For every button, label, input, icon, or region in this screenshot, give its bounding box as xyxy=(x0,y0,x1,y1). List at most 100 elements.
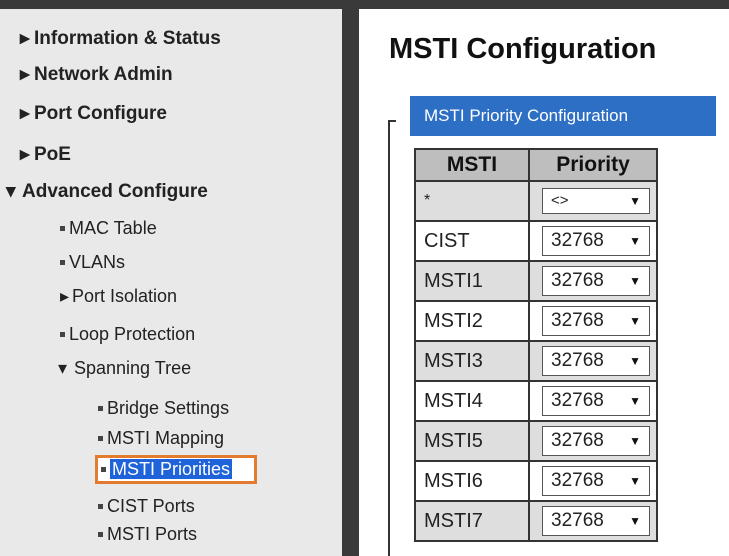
priority-select-value: 32768 xyxy=(551,270,604,291)
msti-cell: MSTI4 xyxy=(414,380,530,422)
priority-cell: 32768 ▼ xyxy=(528,340,658,382)
sidebar-item-port-configure[interactable]: ▸ Port Configure xyxy=(20,102,167,125)
sidebar-item-label: CIST Ports xyxy=(107,496,195,516)
sidebar-item-spanning-tree[interactable]: ▾ Spanning Tree xyxy=(58,358,191,379)
sidebar-item-cist-ports[interactable]: CIST Ports xyxy=(98,496,195,517)
priority-cell: 32768 ▼ xyxy=(528,300,658,342)
msti-cell: MSTI5 xyxy=(414,420,530,462)
sidebar-item-bridge-settings[interactable]: Bridge Settings xyxy=(98,398,229,419)
sidebar-item-label: Port Configure xyxy=(34,103,167,124)
caret-right-icon: ▸ xyxy=(20,64,30,85)
sidebar-item-poe[interactable]: ▸ PoE xyxy=(20,143,71,166)
sidebar-item-label: VLANs xyxy=(69,252,126,272)
table-row: MSTI2 32768 ▼ xyxy=(414,300,658,342)
msti-cell: MSTI7 xyxy=(414,500,530,542)
priority-select-value: 32768 xyxy=(551,510,604,531)
priority-select[interactable]: 32768 ▼ xyxy=(542,506,650,536)
bullet-icon xyxy=(60,331,65,337)
sidebar-item-label: MSTI Mapping xyxy=(107,428,225,448)
top-frame-bar xyxy=(0,0,729,9)
priority-select[interactable]: 32768 ▼ xyxy=(542,466,650,496)
dropdown-arrow-icon: ▼ xyxy=(629,234,641,248)
priority-select[interactable]: 32768 ▼ xyxy=(542,306,650,336)
column-header-priority: Priority xyxy=(528,148,658,182)
priority-select[interactable]: <> ▼ xyxy=(542,188,650,214)
page-title: MSTI Configuration xyxy=(389,33,657,65)
bullet-icon xyxy=(101,466,106,472)
sidebar-item-network-admin[interactable]: ▸ Network Admin xyxy=(20,63,173,86)
sidebar-item-label: MSTI Ports xyxy=(107,524,198,544)
dropdown-arrow-icon: ▼ xyxy=(629,434,641,448)
msti-cell: MSTI1 xyxy=(414,260,530,302)
priority-select-value: <> xyxy=(551,192,569,209)
dropdown-arrow-icon: ▼ xyxy=(629,354,641,368)
sidebar-item-label: Port Isolation xyxy=(72,286,178,306)
bullet-icon xyxy=(98,531,103,537)
dropdown-arrow-icon: ▼ xyxy=(629,194,641,208)
msti-priority-table: MSTI Priority * <> ▼ CIST 32768 ▼ MSTI1 32… xyxy=(414,148,658,542)
priority-select-value: 32768 xyxy=(551,390,604,411)
frame-divider xyxy=(342,0,359,556)
priority-cell: <> ▼ xyxy=(528,180,658,222)
table-row: MSTI4 32768 ▼ xyxy=(414,380,658,422)
priority-select-value: 32768 xyxy=(551,310,604,331)
dropdown-arrow-icon: ▼ xyxy=(629,274,641,288)
priority-select-value: 32768 xyxy=(551,350,604,371)
section-title: MSTI Priority Configuration xyxy=(410,96,716,136)
bullet-icon xyxy=(60,225,65,231)
priority-select-value: 32768 xyxy=(551,470,604,491)
bullet-icon xyxy=(98,405,103,411)
bullet-icon xyxy=(60,259,65,265)
table-row: * <> ▼ xyxy=(414,180,658,222)
table-row: MSTI5 32768 ▼ xyxy=(414,420,658,462)
msti-cell: MSTI2 xyxy=(414,300,530,342)
table-row: CIST 32768 ▼ xyxy=(414,220,658,262)
sidebar-item-port-isolation[interactable]: ▸ Port Isolation xyxy=(60,286,177,307)
priority-cell: 32768 ▼ xyxy=(528,260,658,302)
caret-right-icon: ▸ xyxy=(60,286,70,306)
bullet-icon xyxy=(98,503,103,509)
sidebar-item-mac-table[interactable]: MAC Table xyxy=(60,218,157,239)
caret-right-icon: ▸ xyxy=(20,144,30,165)
dropdown-arrow-icon: ▼ xyxy=(629,314,641,328)
table-row: MSTI1 32768 ▼ xyxy=(414,260,658,302)
msti-cell: CIST xyxy=(414,220,530,262)
priority-cell: 32768 ▼ xyxy=(528,220,658,262)
priority-cell: 32768 ▼ xyxy=(528,500,658,542)
priority-select[interactable]: 32768 ▼ xyxy=(542,426,650,456)
sidebar-item-advanced-configure[interactable]: ▾ Advanced Configure xyxy=(6,180,208,203)
table-row: MSTI6 32768 ▼ xyxy=(414,460,658,502)
sidebar-item-label: PoE xyxy=(34,144,71,165)
sidebar-item-msti-priorities[interactable]: MSTI Priorities xyxy=(95,455,258,484)
caret-down-icon: ▾ xyxy=(6,181,16,202)
sidebar-item-vlans[interactable]: VLANs xyxy=(60,252,125,273)
dropdown-arrow-icon: ▼ xyxy=(629,474,641,488)
table-row: MSTI3 32768 ▼ xyxy=(414,340,658,382)
column-header-msti: MSTI xyxy=(414,148,530,182)
msti-cell: * xyxy=(414,180,530,222)
caret-down-icon: ▾ xyxy=(58,358,68,378)
sidebar-item-information-status[interactable]: ▸ Information & Status xyxy=(20,27,221,50)
sidebar-item-label: Spanning Tree xyxy=(74,358,192,378)
dropdown-arrow-icon: ▼ xyxy=(629,514,641,528)
sidebar-item-loop-protection[interactable]: Loop Protection xyxy=(60,324,195,345)
sidebar-item-label: Network Admin xyxy=(34,64,173,85)
priority-select[interactable]: 32768 ▼ xyxy=(542,386,650,416)
sidebar-item-msti-ports[interactable]: MSTI Ports xyxy=(98,524,197,545)
bullet-icon xyxy=(98,435,103,441)
sidebar-item-msti-mapping[interactable]: MSTI Mapping xyxy=(98,428,224,449)
priority-select[interactable]: 32768 ▼ xyxy=(542,226,650,256)
priority-select-value: 32768 xyxy=(551,430,604,451)
caret-right-icon: ▸ xyxy=(20,28,30,49)
section-border xyxy=(388,120,396,556)
sidebar-item-label: Information & Status xyxy=(34,28,221,49)
priority-select[interactable]: 32768 ▼ xyxy=(542,266,650,296)
msti-cell: MSTI6 xyxy=(414,460,530,502)
table-row: MSTI7 32768 ▼ xyxy=(414,500,658,542)
sidebar-item-label: Bridge Settings xyxy=(107,398,230,418)
priority-select[interactable]: 32768 ▼ xyxy=(542,346,650,376)
sidebar-item-label: Loop Protection xyxy=(69,324,196,344)
dropdown-arrow-icon: ▼ xyxy=(629,394,641,408)
priority-select-value: 32768 xyxy=(551,230,604,251)
priority-cell: 32768 ▼ xyxy=(528,460,658,502)
